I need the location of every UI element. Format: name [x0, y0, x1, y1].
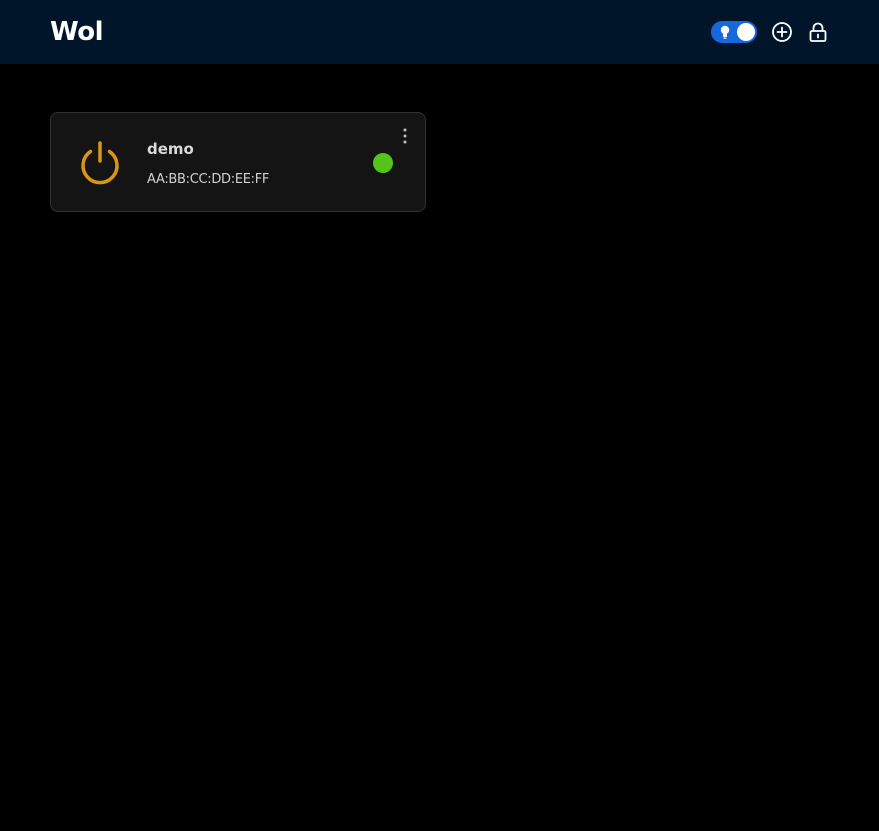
header-actions	[711, 20, 829, 44]
device-card[interactable]: demo AA:BB:CC:DD:EE:FF	[50, 112, 426, 212]
plus-circle-icon	[772, 22, 792, 42]
device-mac-address: AA:BB:CC:DD:EE:FF	[147, 172, 270, 187]
add-device-button[interactable]	[771, 21, 793, 43]
toggle-knob	[737, 23, 755, 41]
lock-icon	[809, 22, 827, 42]
device-name: demo	[147, 140, 194, 158]
app-title: Wol	[50, 17, 104, 47]
power-icon[interactable]	[75, 139, 125, 189]
bulb-icon	[720, 25, 730, 39]
lock-button[interactable]	[807, 21, 829, 43]
theme-toggle-switch[interactable]	[711, 21, 757, 43]
more-vertical-icon[interactable]	[397, 127, 413, 145]
app-header: Wol	[0, 0, 879, 64]
status-indicator	[373, 153, 393, 173]
